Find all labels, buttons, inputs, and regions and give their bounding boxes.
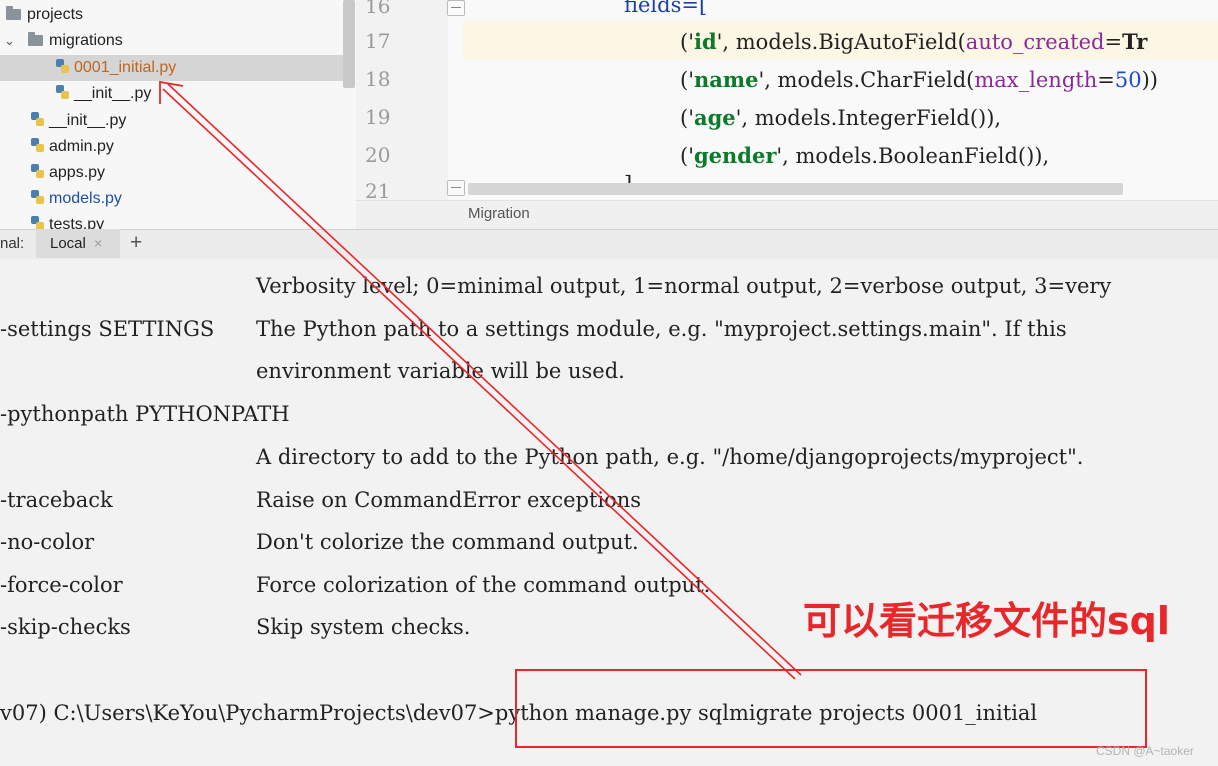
terminal-tab-bar (0, 229, 1218, 260)
line-number: 17 (365, 29, 391, 53)
tree-item-apps[interactable]: apps.py (0, 160, 105, 186)
terminal-line: Verbosity level; 0=minimal output, 1=nor… (256, 274, 1112, 298)
watermark: CSDN @A~taoker (1096, 744, 1194, 758)
line-number: 19 (365, 105, 391, 129)
tree-item-tests[interactable]: tests.py (0, 212, 104, 229)
python-file-icon (31, 112, 45, 127)
code-line-18: ('name', models.CharField(max_length=50)… (680, 67, 1158, 92)
code-line-20: ('gender', models.BooleanField()), (680, 143, 1050, 168)
terminal-label: nal: (0, 235, 25, 252)
tree-item-init[interactable]: __init__.py (0, 108, 126, 134)
line-number: 16 (365, 0, 391, 18)
code-line-17: ('id', models.BigAutoField(auto_created=… (680, 29, 1148, 54)
terminal-option: -no-color (0, 530, 95, 554)
terminal-line: A directory to add to the Python path, e… (256, 445, 1084, 469)
python-file-icon (31, 190, 45, 205)
close-icon[interactable]: × (94, 235, 102, 251)
line-number: 18 (365, 67, 391, 91)
annotation-text: 可以看迁移文件的sql (803, 599, 1170, 643)
fold-collapse-icon[interactable] (447, 180, 465, 196)
python-file-icon (31, 216, 45, 229)
terminal-line: Raise on CommandError exceptions (256, 488, 642, 512)
tree-item-label: models.py (49, 190, 122, 207)
terminal-option: -pythonpath PYTHONPATH (0, 402, 290, 426)
tree-item-label: projects (27, 6, 84, 23)
terminal-line: Skip system checks. (256, 615, 471, 639)
tree-item-0001-initial[interactable]: 0001_initial.py (0, 55, 343, 81)
tree-item-label: __init__.py (74, 85, 152, 102)
highlight-box (515, 669, 1147, 748)
line-number: 20 (365, 143, 391, 167)
tree-item-label: migrations (49, 32, 123, 49)
tree-item-label: 0001_initial.py (74, 59, 177, 76)
fold-collapse-icon[interactable] (447, 0, 465, 16)
python-file-icon (56, 59, 70, 74)
editor-horizontal-scrollbar[interactable] (468, 183, 1123, 195)
tree-item-projects[interactable]: projects (0, 2, 83, 28)
tree-item-models[interactable]: models.py (0, 186, 122, 212)
code-line-19: ('age', models.IntegerField()), (680, 105, 1002, 130)
prompt-path: v07) C:\Users\KeYou\PycharmProjects\dev0… (0, 701, 495, 725)
tree-item-migrations-init[interactable]: __init__.py (0, 81, 151, 107)
tree-item-admin[interactable]: admin.py (0, 134, 114, 160)
terminal-option: -settings SETTINGS (0, 317, 215, 341)
python-file-icon (56, 85, 70, 100)
chevron-down-icon[interactable]: ⌄ (4, 28, 18, 54)
terminal-option: -traceback (0, 488, 113, 512)
folder-icon (6, 6, 21, 20)
terminal-line: Force colorization of the command output… (256, 573, 711, 597)
terminal-line: environment variable will be used. (256, 359, 625, 383)
terminal-line: The Python path to a settings module, e.… (256, 317, 1067, 341)
terminal-line: Don't colorize the command output. (256, 530, 639, 554)
breadcrumb[interactable]: Migration (468, 205, 530, 222)
python-file-icon (31, 164, 45, 179)
python-file-icon (31, 138, 45, 153)
tree-item-migrations[interactable]: ⌄ migrations (0, 28, 123, 54)
folder-icon (28, 32, 43, 46)
tree-item-label: tests.py (49, 216, 105, 229)
project-tree: projects ⌄ migrations 0001_initial.py __i… (0, 0, 356, 229)
tree-item-label: apps.py (49, 164, 106, 181)
add-tab-icon[interactable]: + (130, 231, 142, 255)
terminal-option: -skip-checks (0, 615, 131, 639)
tree-item-label: __init__.py (49, 112, 127, 129)
terminal-option: -force-color (0, 573, 123, 597)
tab-local-label[interactable]: Local (50, 235, 86, 252)
tree-scrollbar[interactable] (343, 0, 355, 88)
tree-item-label: admin.py (49, 138, 114, 155)
code-line-16: fields=[ (624, 0, 708, 17)
